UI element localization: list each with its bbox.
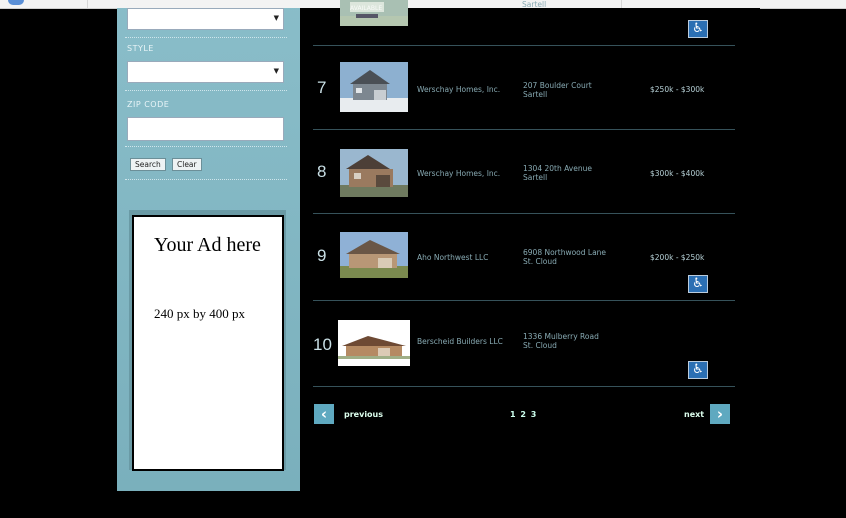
listing-number: 7	[317, 78, 327, 97]
search-sidebar: ▼ STYLE ▼ ZIP CODE Search Clear Your Ad …	[117, 8, 300, 491]
listing-address-line2: Sartell	[523, 90, 548, 99]
previous-link[interactable]: previous	[344, 410, 383, 419]
builder-name[interactable]: Werschay Homes, Inc.	[417, 169, 500, 178]
row-divider	[313, 129, 735, 130]
dropdown-arrow-icon: ▼	[273, 67, 279, 75]
zip-code-input[interactable]	[127, 117, 284, 141]
listing-address-line2: Sartell	[523, 173, 548, 182]
divider	[125, 90, 287, 91]
row-divider	[313, 45, 735, 46]
ad-size-text: 240 px by 400 px	[154, 306, 245, 321]
listing-photo[interactable]	[340, 232, 408, 278]
listing-number: 10	[313, 335, 332, 354]
row-divider	[313, 213, 735, 214]
browser-logo-icon	[8, 0, 24, 5]
next-arrow-button[interactable]: ›	[710, 404, 730, 424]
row-divider	[313, 300, 735, 301]
listing-photo[interactable]	[340, 62, 408, 112]
listing-address-line2: St. Cloud	[523, 257, 557, 266]
clear-button[interactable]: Clear	[172, 158, 202, 171]
toolbar-divider	[621, 0, 622, 8]
listing-price: $300k - $400k	[650, 169, 705, 178]
listing-number: 8	[317, 162, 327, 181]
builder-name[interactable]: Werschay Homes, Inc.	[417, 85, 500, 94]
dropdown-arrow-icon: ▼	[273, 14, 279, 22]
previous-arrow-button[interactable]: ‹	[314, 404, 334, 424]
wheelchair-icon: ♿	[688, 361, 708, 379]
listing-address-line1[interactable]: 1304 20th Avenue	[523, 164, 592, 173]
listing-address-line1[interactable]: 6908 Northwood Lane	[523, 248, 606, 257]
zip-code-label: ZIP CODE	[127, 100, 170, 109]
listing-results: AVAILABLE Sartell ♿ 7 Werschay Homes, In…	[300, 0, 760, 491]
listing-address-line1[interactable]: 207 Boulder Court	[523, 81, 592, 90]
listing-address-line1[interactable]: 1336 Mulberry Road	[523, 332, 599, 341]
page-numbers[interactable]: 1 2 3	[510, 410, 537, 419]
ad-title: Your Ad here	[154, 234, 261, 256]
style-select[interactable]: ▼	[127, 61, 284, 83]
listing-photo[interactable]	[338, 320, 410, 366]
filter-select-top[interactable]: ▼	[127, 8, 284, 30]
toolbar-divider	[87, 0, 88, 8]
listing-number: 9	[317, 246, 327, 265]
builder-name[interactable]: Berscheid Builders LLC	[417, 337, 503, 346]
listing-price: $200k - $250k	[650, 253, 705, 262]
divider	[125, 146, 287, 147]
builder-name[interactable]: Aho Northwest LLC	[417, 253, 488, 262]
divider	[125, 179, 287, 180]
listing-photo[interactable]	[340, 149, 408, 197]
listing-price: $250k - $300k	[650, 85, 705, 94]
style-label: STYLE	[127, 44, 154, 53]
wheelchair-icon: ♿	[688, 20, 708, 38]
listing-photo[interactable]	[340, 0, 408, 26]
divider	[125, 37, 287, 38]
wheelchair-icon: ♿	[688, 275, 708, 293]
ad-placeholder[interactable]: Your Ad here 240 px by 400 px	[132, 215, 284, 471]
next-link[interactable]: next	[684, 410, 704, 419]
row-divider	[313, 386, 735, 387]
search-button[interactable]: Search	[130, 158, 166, 171]
availability-badge: AVAILABLE	[350, 5, 383, 12]
listing-address: Sartell	[522, 0, 547, 9]
listing-address-line2: St. Cloud	[523, 341, 557, 350]
